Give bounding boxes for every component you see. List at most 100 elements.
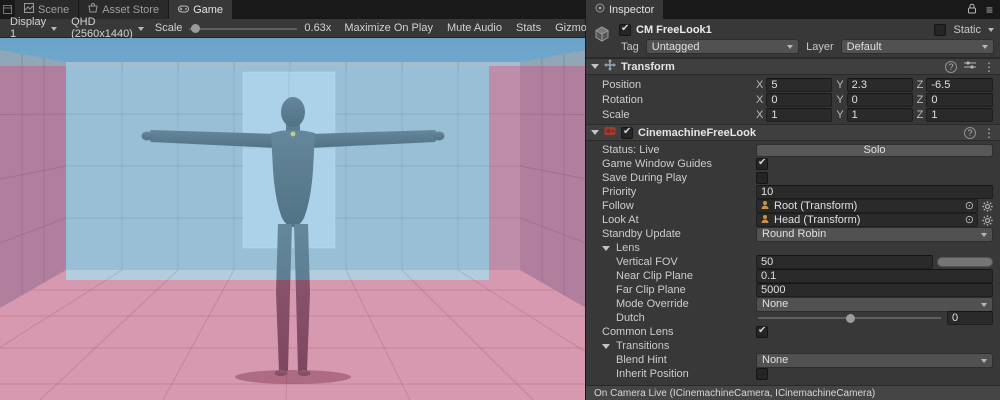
common-lens-row: Common Lens — [586, 325, 1000, 339]
mode-override-dropdown[interactable]: None — [756, 297, 993, 312]
menu-icon[interactable]: ≡ — [986, 4, 993, 16]
lens-foldout-label[interactable]: Lens — [614, 242, 642, 254]
save-during-play-row: Save During Play — [586, 171, 1000, 185]
inspector-icon — [595, 3, 605, 16]
kebab-menu-icon[interactable]: ⋮ — [983, 127, 995, 139]
mute-audio-button[interactable]: Mute Audio — [441, 19, 508, 37]
gameobject-header: CM FreeLook1 Static Tag Untagged Layer D… — [586, 19, 1000, 58]
save-during-play-checkbox[interactable] — [756, 172, 768, 184]
scale-slider-track — [189, 28, 297, 30]
foldout-icon[interactable] — [602, 344, 610, 349]
stats-button[interactable]: Stats — [510, 19, 547, 37]
gear-icon[interactable] — [982, 201, 993, 212]
chevron-down-icon — [981, 359, 987, 363]
look-at-object-field[interactable]: Head (Transform) ⊙ — [756, 213, 978, 227]
static-checkbox[interactable] — [934, 24, 946, 36]
inherit-position-checkbox[interactable] — [756, 368, 768, 380]
transform-icon — [604, 59, 616, 74]
gameobject-icon — [590, 22, 614, 54]
rotation-y-field[interactable]: 0 — [847, 93, 913, 107]
chevron-down-icon — [138, 27, 144, 31]
near-clip-row: Near Clip Plane 0.1 — [586, 269, 1000, 283]
tag-label: Tag — [619, 41, 641, 53]
vertical-fov-field[interactable]: 50 — [756, 255, 933, 269]
component-enabled-checkbox[interactable] — [621, 127, 633, 139]
tab-inspector-label: Inspector — [609, 4, 654, 16]
display-dropdown[interactable]: Display 1 — [4, 19, 63, 37]
object-picker-icon[interactable]: ⊙ — [965, 215, 974, 226]
blend-hint-row: Blend Hint None — [586, 353, 1000, 367]
tag-dropdown[interactable]: Untagged — [646, 39, 799, 54]
gameobject-name-row: CM FreeLook1 Static — [619, 22, 994, 37]
transform-title: Transform — [621, 61, 675, 73]
common-lens-checkbox[interactable] — [756, 326, 768, 338]
lock-icon[interactable] — [967, 3, 977, 17]
game-viewport[interactable] — [0, 38, 585, 400]
kebab-menu-icon[interactable]: ⋮ — [983, 61, 995, 73]
vertical-fov-slider[interactable] — [937, 257, 993, 267]
cinemachine-header: CinemachineFreeLook ? ⋮ — [586, 124, 1000, 141]
active-checkbox[interactable] — [619, 24, 631, 36]
dutch-slider-handle[interactable] — [846, 314, 855, 323]
blend-hint-dropdown[interactable]: None — [756, 353, 993, 368]
far-clip-field[interactable]: 5000 — [756, 283, 993, 297]
chevron-down-icon — [787, 45, 793, 49]
position-z-field[interactable]: -6.5 — [926, 78, 993, 92]
preset-icon[interactable] — [964, 60, 976, 73]
transitions-foldout-label[interactable]: Transitions — [614, 340, 671, 352]
resolution-dropdown[interactable]: QHD (2560x1440) — [65, 19, 150, 37]
near-clip-field[interactable]: 0.1 — [756, 269, 993, 283]
solo-button[interactable]: Solo — [756, 144, 993, 157]
mode-override-row: Mode Override None — [586, 297, 1000, 311]
layer-label: Layer — [804, 41, 836, 53]
tab-asset-store-label: Asset Store — [102, 4, 159, 16]
priority-field[interactable]: 10 — [756, 185, 993, 199]
static-label: Static — [951, 24, 983, 36]
rotation-x-field[interactable]: 0 — [766, 93, 832, 107]
help-icon[interactable]: ? — [964, 127, 976, 139]
camera-status-bar: On Camera Live (ICinemachineCamera, ICin… — [586, 385, 1000, 400]
scale-slider-handle[interactable] — [191, 24, 200, 33]
status-row: Status: Live Solo — [586, 143, 1000, 157]
lens-foldout-row: Lens — [586, 241, 1000, 255]
dutch-field[interactable]: 0 — [947, 311, 993, 325]
priority-row: Priority 10 — [586, 185, 1000, 199]
tab-inspector[interactable]: Inspector — [586, 0, 664, 19]
transitions-foldout-row: Transitions — [586, 339, 1000, 353]
inspector-tab-actions: ≡ — [967, 0, 1000, 19]
object-picker-icon[interactable]: ⊙ — [965, 201, 974, 212]
tab-scene-label: Scene — [38, 4, 69, 16]
scale-x-field[interactable]: 1 — [766, 108, 832, 122]
chevron-down-icon — [981, 303, 987, 307]
standby-update-row: Standby Update Round Robin — [586, 227, 1000, 241]
asset-store-icon — [88, 3, 98, 16]
scale-y-field[interactable]: 1 — [847, 108, 913, 122]
tab-game[interactable]: Game — [169, 0, 233, 19]
static-dropdown-arrow[interactable] — [988, 28, 994, 32]
transform-body: Position X5 Y2.3 Z-6.5 Rotation X0 Y0 Z0… — [586, 75, 1000, 124]
follow-object-field[interactable]: Root (Transform) ⊙ — [756, 199, 978, 213]
inherit-position-row: Inherit Position — [586, 367, 1000, 381]
foldout-icon[interactable] — [591, 130, 599, 135]
transform-header: Transform ? ⋮ — [586, 58, 1000, 75]
position-y-field[interactable]: 2.3 — [847, 78, 913, 92]
follow-row: Follow Root (Transform) ⊙ — [586, 199, 1000, 213]
foldout-icon[interactable] — [591, 64, 599, 69]
layer-dropdown[interactable]: Default — [841, 39, 994, 54]
chevron-down-icon — [982, 45, 988, 49]
dutch-slider[interactable] — [756, 312, 943, 324]
standby-update-dropdown[interactable]: Round Robin — [756, 227, 993, 242]
position-x-field[interactable]: 5 — [766, 78, 832, 92]
help-icon[interactable]: ? — [945, 61, 957, 73]
game-toolbar: Display 1 QHD (2560x1440) Scale 0.63x Ma… — [0, 19, 585, 38]
foldout-icon[interactable] — [602, 246, 610, 251]
scale-slider[interactable] — [187, 19, 299, 37]
cinemachine-body: Status: Live Solo Game Window Guides Sav… — [586, 141, 1000, 381]
gameobject-name[interactable]: CM FreeLook1 — [636, 24, 712, 36]
game-icon — [178, 4, 189, 16]
gear-icon[interactable] — [982, 215, 993, 226]
maximize-on-play-button[interactable]: Maximize On Play — [338, 19, 439, 37]
rotation-z-field[interactable]: 0 — [926, 93, 993, 107]
scale-z-field[interactable]: 1 — [926, 108, 993, 122]
game-window-guides-checkbox[interactable] — [756, 158, 768, 170]
